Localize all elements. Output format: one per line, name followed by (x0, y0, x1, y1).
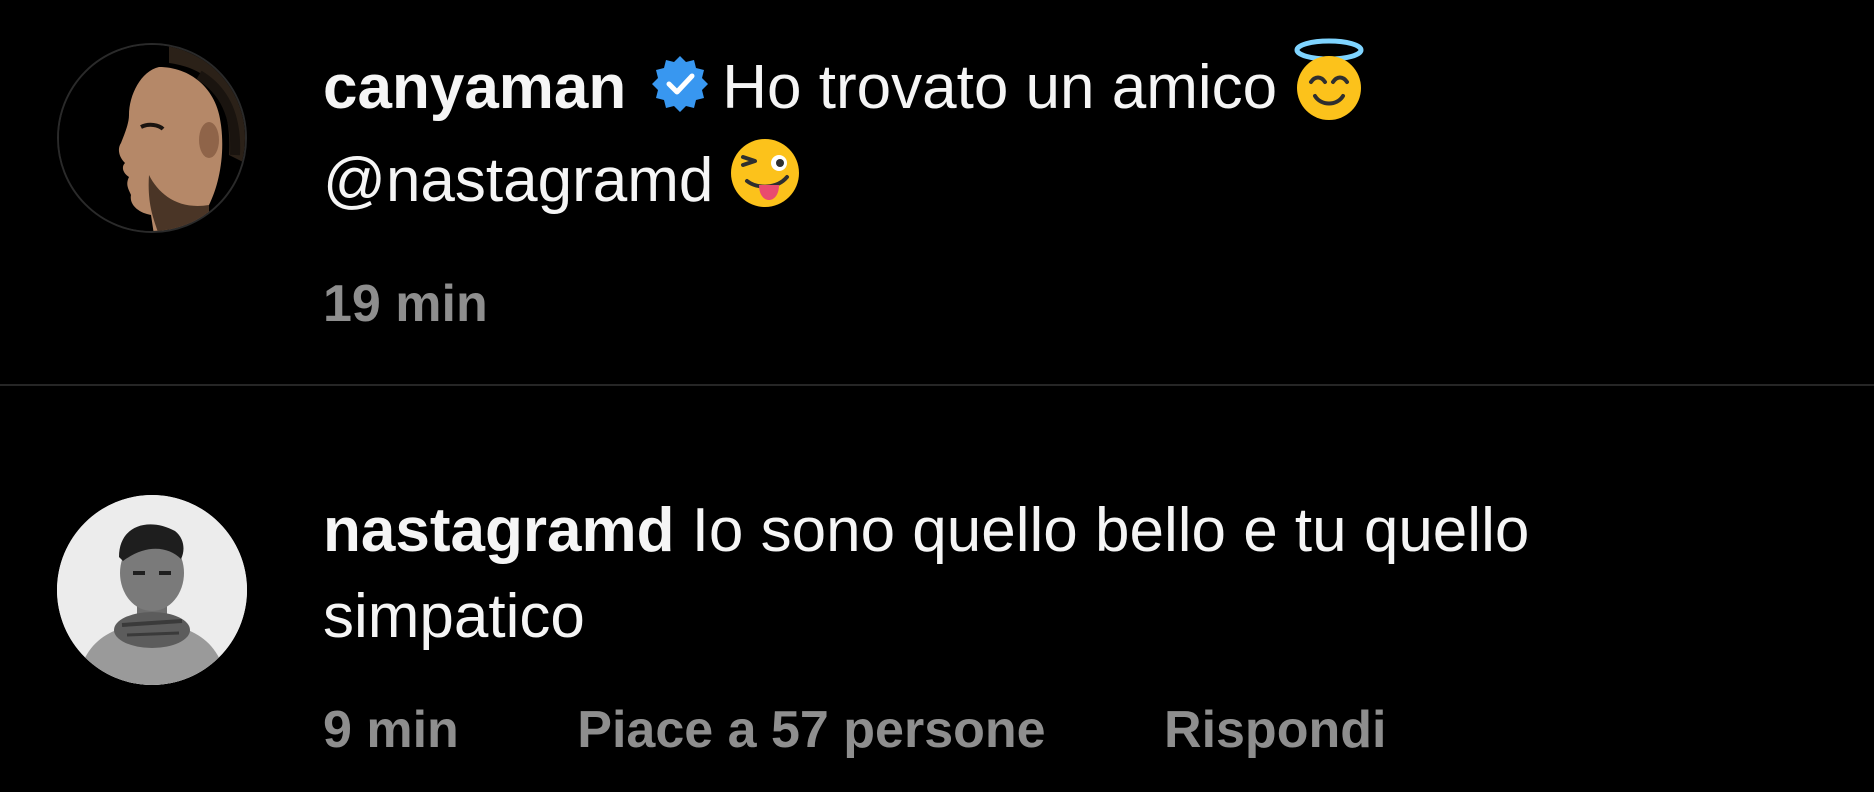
comment-text-block: canyaman Ho trovato un amico @nastagramd (323, 38, 1823, 224)
comment-item: nastagramd Io sono quello bello e tu que… (0, 386, 1874, 792)
avatar-nastagramd-image (57, 495, 247, 685)
likes-count-link[interactable]: Piace a 57 persone (577, 700, 1045, 760)
comment-timestamp: 19 min (323, 275, 488, 333)
comment-text: Ho trovato un amico (722, 53, 1278, 122)
mention-link[interactable]: @nastagramd (323, 146, 713, 215)
verified-badge-icon (650, 51, 710, 112)
comment-item: canyaman Ho trovato un amico @nastagramd (0, 0, 1874, 384)
username-link[interactable]: nastagramd (323, 496, 674, 565)
avatar[interactable] (57, 43, 247, 233)
comment-body: nastagramd Io sono quello bello e tu que… (323, 488, 1823, 760)
avatar[interactable] (57, 495, 247, 685)
avatar-canyaman-image (59, 45, 245, 231)
comment-meta: 19 min (323, 274, 1823, 334)
comment-body: canyaman Ho trovato un amico @nastagramd (323, 38, 1823, 334)
username-link[interactable]: canyaman (323, 53, 626, 122)
comment-timestamp: 9 min (323, 701, 459, 759)
comment-text-block: nastagramd Io sono quello bello e tu que… (323, 488, 1803, 660)
comment-meta: 9 min Piace a 57 persone Rispondi (323, 700, 1823, 760)
smiling-face-with-halo-icon (1287, 38, 1371, 122)
winking-face-with-tongue-icon (723, 131, 807, 215)
reply-button[interactable]: Rispondi (1164, 700, 1386, 760)
